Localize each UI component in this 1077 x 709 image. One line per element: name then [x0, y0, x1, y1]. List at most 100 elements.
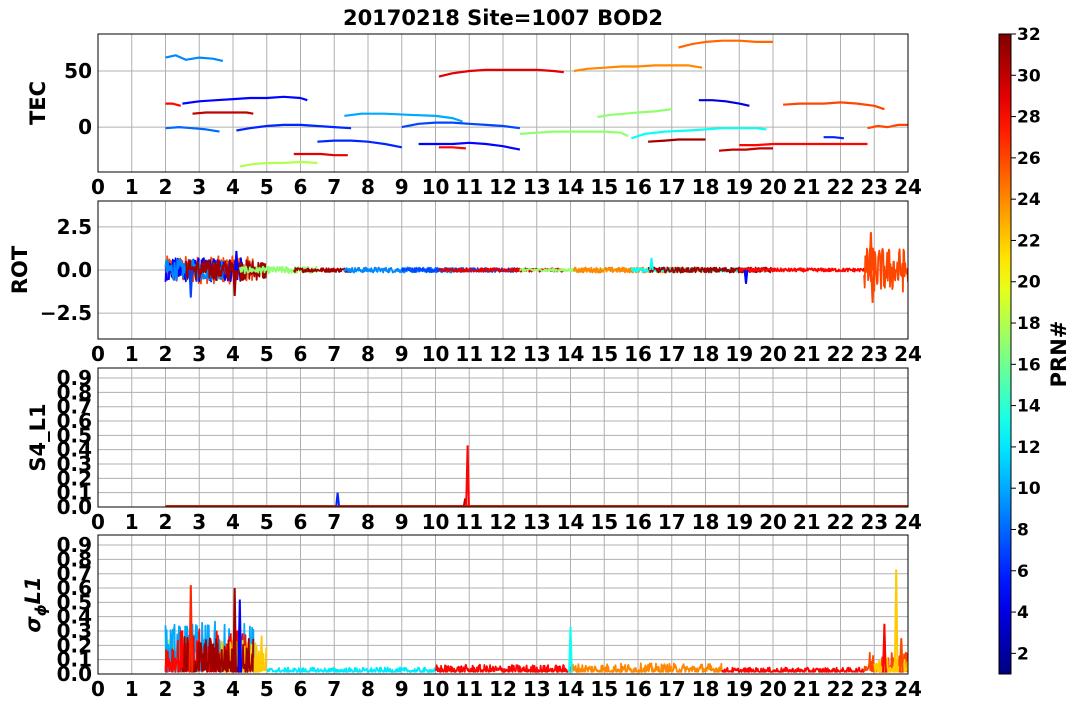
x-tick-label: 2	[159, 677, 173, 701]
x-tick-label: 9	[395, 510, 409, 534]
colorbar-tick-label: 28	[1017, 108, 1041, 128]
series-line-prn-5	[182, 95, 308, 105]
colorbar-tick-label: 12	[1017, 438, 1041, 458]
x-tick-label: 15	[590, 342, 618, 366]
spike-prn-26	[870, 269, 875, 303]
spike-prn-6	[335, 492, 340, 506]
x-tick-label: 3	[192, 175, 206, 199]
x-tick-label: 15	[590, 677, 618, 701]
panel-3: 0 1 2 3 4 5 6 7 8 9 10 11 12 13 14 15 16 17 18 19 20 21 22 23 24…	[26, 366, 922, 534]
panels: 0 1 2 3 4 5 6 7 8 9 10 11 12 13 14 15 16 17 18 19 20 21 22 23 24…	[8, 33, 922, 701]
x-tick-label: 23	[860, 677, 888, 701]
figure: 20170218 Site=1007 BOD2 0 1 2 3 4 5 6 7 8 9 10 11 12…	[8, 6, 1071, 701]
noisy-trace-prn-28	[738, 267, 869, 273]
x-tick-label: 10	[422, 342, 450, 366]
panel-2: 0 1 2 3 4 5 6 7 8 9 10 11 12 13 14 15 16 17 18 19 20 21 22 23 24…	[8, 200, 922, 366]
colorbar-tick-label: 22	[1017, 231, 1041, 251]
series-line-prn-6	[317, 139, 403, 149]
x-tick-label: 10	[422, 175, 450, 199]
x-tick-label: 2	[159, 175, 173, 199]
y-axis-label: TEC	[26, 81, 50, 125]
spike-prn-22	[893, 569, 899, 673]
x-tick-label: 18	[692, 677, 720, 701]
colorbar-tick-label: 2	[1017, 644, 1029, 664]
x-tick-label: 10	[422, 510, 450, 534]
series-line-prn-4	[698, 99, 750, 107]
x-tick-label: 21	[793, 677, 821, 701]
colorbar-tick-label: 32	[1017, 25, 1041, 45]
x-tick-label: 16	[624, 510, 652, 534]
series-line-prn-26	[783, 101, 885, 111]
colorbar-tick-label: 14	[1017, 397, 1041, 417]
x-tick-label: 18	[692, 510, 720, 534]
x-tick-label: 11	[455, 342, 483, 366]
series-line-prn-29	[293, 152, 348, 157]
y-tick-label: 0.9	[57, 533, 92, 557]
x-tick-label: 12	[489, 510, 517, 534]
x-tick-label: 1	[125, 175, 139, 199]
x-tick-label: 5	[260, 175, 274, 199]
x-tick-label: 20	[759, 510, 787, 534]
x-tick-label: 18	[692, 342, 720, 366]
y-tick-label: −2.5	[40, 301, 92, 325]
x-tick-label: 22	[827, 342, 855, 366]
x-tick-label: 24	[894, 342, 922, 366]
series-line-prn-10	[344, 112, 463, 123]
x-tick-label: 6	[294, 677, 308, 701]
x-tick-label: 1	[125, 677, 139, 701]
noisy-trace-prn-28	[721, 666, 865, 673]
x-tick-label: 6	[294, 510, 308, 534]
series-line-prn-17	[519, 130, 629, 138]
series-line-prn-25	[678, 39, 773, 49]
series-line-prn-13	[630, 127, 767, 140]
x-tick-label: 14	[557, 677, 585, 701]
y-axis-label: σϕL1	[21, 576, 50, 632]
noisy-trace-prn-12	[266, 666, 437, 673]
x-tick-label: 20	[759, 677, 787, 701]
x-tick-label: 16	[624, 677, 652, 701]
colorbar-tick-label: 20	[1017, 273, 1041, 293]
y-axis-label: S4_L1	[26, 403, 50, 471]
x-tick-label: 8	[361, 510, 375, 534]
x-tick-label: 21	[793, 510, 821, 534]
x-tick-label: 5	[260, 510, 274, 534]
x-tick-label: 11	[455, 510, 483, 534]
x-tick-label: 4	[226, 175, 240, 199]
x-tick-label: 10	[422, 677, 450, 701]
x-tick-label: 23	[860, 510, 888, 534]
x-tick-label: 18	[692, 175, 720, 199]
x-tick-label: 11	[455, 677, 483, 701]
y-tick-label: 2.5	[57, 215, 92, 239]
series-line-prn-30	[192, 111, 254, 115]
x-tick-label: 17	[658, 342, 686, 366]
series-line-prn-28	[438, 146, 466, 150]
x-tick-label: 9	[395, 677, 409, 701]
colorbar-tick-label: 18	[1017, 314, 1041, 334]
x-tick-label: 13	[523, 677, 551, 701]
x-tick-label: 13	[523, 175, 551, 199]
x-tick-label: 12	[489, 677, 517, 701]
x-tick-label: 17	[658, 175, 686, 199]
x-tick-label: 24	[894, 510, 922, 534]
x-tick-label: 14	[557, 510, 585, 534]
x-tick-label: 15	[590, 175, 618, 199]
x-tick-label: 11	[455, 175, 483, 199]
x-tick-label: 19	[725, 342, 753, 366]
noisy-trace-prn-31	[292, 267, 352, 274]
x-tick-label: 16	[624, 342, 652, 366]
x-tick-label: 19	[725, 677, 753, 701]
x-tick-label: 0	[91, 677, 105, 701]
colorbar-tick-label: 16	[1017, 355, 1041, 375]
x-tick-label: 9	[395, 175, 409, 199]
x-tick-label: 22	[827, 510, 855, 534]
x-tick-label: 13	[523, 510, 551, 534]
x-tick-label: 22	[827, 677, 855, 701]
series-line-prn-6	[823, 136, 845, 140]
colorbar-tick-label: 4	[1017, 603, 1029, 623]
colorbar-tick-label: 24	[1017, 190, 1041, 210]
x-tick-label: 3	[192, 677, 206, 701]
y-tick-label: 0.9	[57, 366, 92, 390]
series-line-prn-30	[718, 147, 773, 152]
x-tick-label: 12	[489, 175, 517, 199]
x-tick-label: 5	[260, 342, 274, 366]
